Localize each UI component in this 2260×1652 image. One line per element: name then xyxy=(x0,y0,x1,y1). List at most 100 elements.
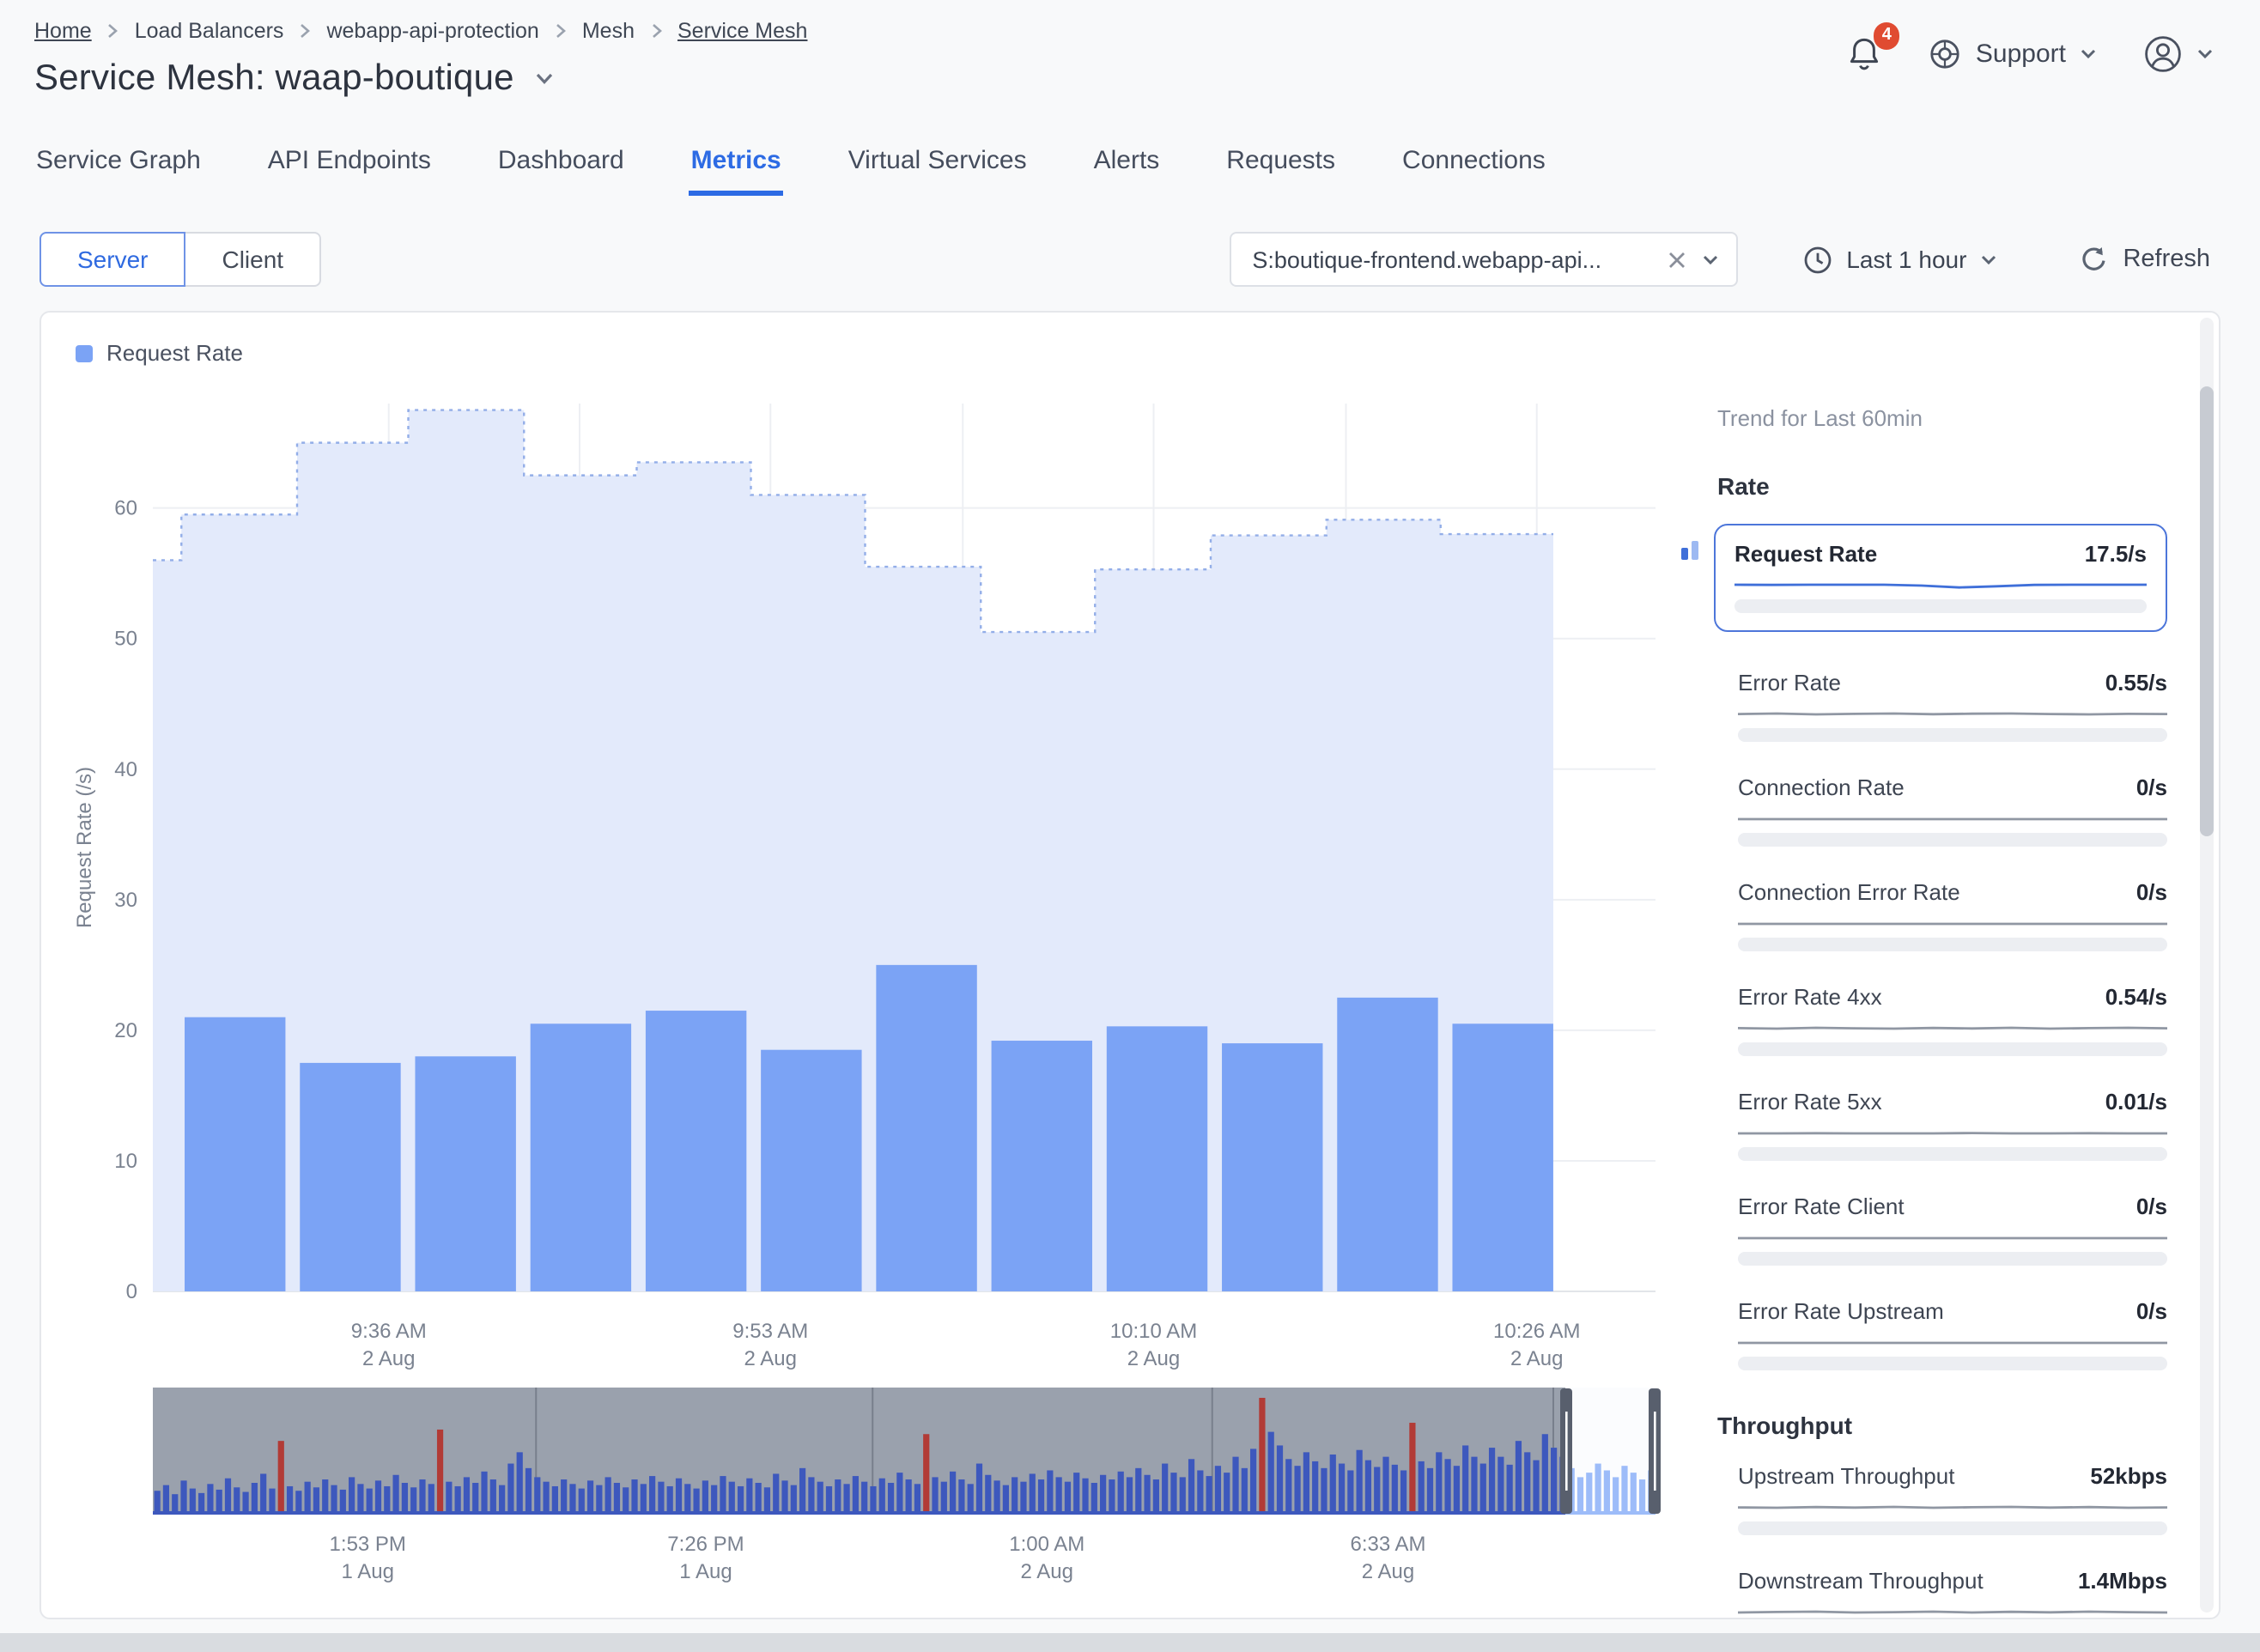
tab-alerts[interactable]: Alerts xyxy=(1092,146,1162,196)
metric-band xyxy=(1738,1252,2167,1266)
time-range-select[interactable]: Last 1 hour xyxy=(1793,243,2008,276)
page-title: Service Mesh: waap-boutique xyxy=(34,58,514,100)
tab-api-endpoints[interactable]: API Endpoints xyxy=(266,146,433,196)
metric-head: Upstream Throughput 52kbps xyxy=(1738,1463,2167,1489)
metric-value: 0/s xyxy=(2136,774,2167,800)
svg-text:7:26 PM: 7:26 PM xyxy=(667,1533,744,1556)
metric-sparkline xyxy=(1738,910,2167,934)
svg-text:9:53 AM: 9:53 AM xyxy=(732,1320,808,1343)
metric-row-upstream-throughput[interactable]: Upstream Throughput 52kbps xyxy=(1738,1463,2167,1535)
tab-service-graph[interactable]: Service Graph xyxy=(34,146,203,196)
breadcrumb-item[interactable]: webapp-api-protection xyxy=(326,19,538,43)
time-range-label: Last 1 hour xyxy=(1846,246,1966,273)
metric-box: Error Rate Upstream 0/s xyxy=(1738,1298,2167,1370)
tab-connections[interactable]: Connections xyxy=(1400,146,1547,196)
avatar-icon xyxy=(2143,34,2183,74)
metric-box: Connection Error Rate 0/s xyxy=(1738,879,2167,951)
filter-chevron-icon xyxy=(1702,253,1719,265)
support-menu[interactable]: Support xyxy=(1929,38,2097,70)
support-chevron-icon xyxy=(2080,48,2097,60)
metric-section: Rate Request Rate 17.5/s Er xyxy=(1717,472,2167,1370)
account-menu[interactable] xyxy=(2143,34,2214,74)
chevron-right-icon xyxy=(107,22,119,39)
tab-bar: Service Graph API Endpoints Dashboard Metri… xyxy=(34,146,2226,196)
tab-dashboard[interactable]: Dashboard xyxy=(496,146,626,196)
breadcrumb-item[interactable]: Load Balancers xyxy=(135,19,284,43)
svg-text:2 Aug: 2 Aug xyxy=(1362,1560,1414,1583)
metric-band xyxy=(1738,1042,2167,1056)
legend-label: Request Rate xyxy=(106,340,243,366)
legend-swatch xyxy=(76,344,93,361)
metric-section-title: Rate xyxy=(1717,472,2167,500)
title-chevron-icon[interactable] xyxy=(532,69,559,89)
timeline-minimap[interactable]: 1:53 PM1 Aug7:26 PM1 Aug1:00 AM2 Aug6:33… xyxy=(69,1388,1686,1590)
metric-sparkline xyxy=(1738,1224,2167,1248)
chevron-right-icon xyxy=(299,22,311,39)
metric-rows: Upstream Throughput 52kbps Downstream Th… xyxy=(1717,1463,2167,1619)
metric-row-error-rate-client[interactable]: Error Rate Client 0/s xyxy=(1738,1193,2167,1266)
bar-chart-icon xyxy=(1680,538,1704,570)
metric-head: Error Rate 4xx 0.54/s xyxy=(1738,984,2167,1010)
notification-bell[interactable]: 4 xyxy=(1847,35,1883,73)
svg-text:Request Rate (/s): Request Rate (/s) xyxy=(73,767,96,928)
svg-text:10: 10 xyxy=(114,1150,137,1173)
metric-label: Upstream Throughput xyxy=(1738,1463,1954,1489)
refresh-button[interactable]: Refresh xyxy=(2069,244,2221,275)
support-icon xyxy=(1929,38,1962,70)
toolbar-right: S:boutique-frontend.webapp-api... Last 1… xyxy=(1230,232,2221,287)
tab-virtual-services[interactable]: Virtual Services xyxy=(847,146,1029,196)
metric-band xyxy=(1738,938,2167,951)
breadcrumb-item[interactable]: Home xyxy=(34,19,92,43)
metrics-card: Request Rate 01020304050609:36 AM2 Aug9:… xyxy=(39,311,2221,1619)
metric-value: 0.01/s xyxy=(2105,1089,2167,1114)
trend-title: Trend for Last 60min xyxy=(1717,405,2167,431)
svg-text:6:33 AM: 6:33 AM xyxy=(1350,1533,1425,1556)
metric-row-error-rate-5xx[interactable]: Error Rate 5xx 0.01/s xyxy=(1738,1089,2167,1161)
metric-row-error-rate-upstream[interactable]: Error Rate Upstream 0/s xyxy=(1738,1298,2167,1370)
clear-filter-icon[interactable] xyxy=(1668,250,1686,269)
breadcrumb-item[interactable]: Service Mesh xyxy=(677,19,807,43)
metric-row-request-rate[interactable]: Request Rate 17.5/s xyxy=(1738,524,2167,632)
tab-metrics[interactable]: Metrics xyxy=(690,146,783,196)
metric-box: Downstream Throughput 1.4Mbps xyxy=(1738,1568,2167,1619)
client-button[interactable]: Client xyxy=(184,232,321,287)
metric-value: 0/s xyxy=(2136,879,2167,905)
metric-band xyxy=(1738,728,2167,742)
metric-row-error-rate-4xx[interactable]: Error Rate 4xx 0.54/s xyxy=(1738,984,2167,1056)
chevron-right-icon xyxy=(650,22,662,39)
metric-sparkline xyxy=(1738,805,2167,829)
tab-requests[interactable]: Requests xyxy=(1224,146,1337,196)
svg-text:1:53 PM: 1:53 PM xyxy=(330,1533,406,1556)
server-button[interactable]: Server xyxy=(39,232,185,287)
metric-head: Connection Error Rate 0/s xyxy=(1738,879,2167,905)
vertical-scrollbar[interactable] xyxy=(2200,318,2214,1613)
metric-section: Throughput Upstream Throughput 52kbps xyxy=(1717,1412,2167,1619)
metric-value: 0.55/s xyxy=(2105,670,2167,695)
header-actions: 4 Support xyxy=(1847,34,2214,74)
metric-label: Connection Rate xyxy=(1738,774,1905,800)
metric-band xyxy=(1738,833,2167,847)
time-range-chevron-icon xyxy=(1980,253,1997,265)
metric-sparkline xyxy=(1734,572,2147,596)
scrollbar-thumb[interactable] xyxy=(2200,386,2214,836)
metric-head: Connection Rate 0/s xyxy=(1738,774,2167,800)
metric-label: Error Rate Upstream xyxy=(1738,1298,1944,1324)
metric-row-connection-error-rate[interactable]: Connection Error Rate 0/s xyxy=(1738,879,2167,951)
metric-head: Error Rate Client 0/s xyxy=(1738,1193,2167,1219)
metric-row-error-rate[interactable]: Error Rate 0.55/s xyxy=(1738,670,2167,742)
svg-text:2 Aug: 2 Aug xyxy=(1127,1347,1180,1370)
metric-band xyxy=(1738,1521,2167,1535)
svg-text:1 Aug: 1 Aug xyxy=(342,1560,394,1583)
refresh-label: Refresh xyxy=(2123,246,2210,273)
metric-row-downstream-throughput[interactable]: Downstream Throughput 1.4Mbps xyxy=(1738,1568,2167,1619)
breadcrumb-item[interactable]: Mesh xyxy=(582,19,635,43)
chart-legend[interactable]: Request Rate xyxy=(76,340,1686,366)
metric-band xyxy=(1734,599,2147,613)
svg-text:10:10 AM: 10:10 AM xyxy=(1110,1320,1197,1343)
horizontal-scrollbar[interactable] xyxy=(0,1633,2260,1652)
metric-value: 0/s xyxy=(2136,1193,2167,1219)
svg-text:2 Aug: 2 Aug xyxy=(362,1347,415,1370)
trend-panel: Trend for Last 60min Rate Request Rate 1… xyxy=(1686,337,2219,1618)
metrics-filter-select[interactable]: S:boutique-frontend.webapp-api... xyxy=(1230,232,1738,287)
metric-row-connection-rate[interactable]: Connection Rate 0/s xyxy=(1738,774,2167,847)
